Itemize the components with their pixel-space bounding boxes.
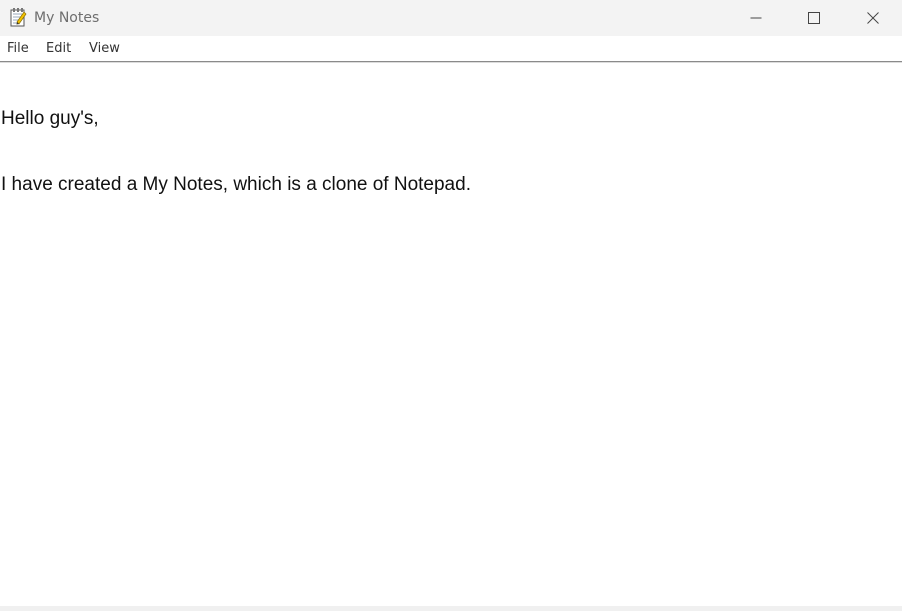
window-bottom-edge [0, 606, 902, 611]
editor-line: Hello guy's, [1, 108, 99, 129]
editor-line: I have created a My Notes, which is a cl… [1, 174, 471, 195]
menu-file[interactable]: File [7, 41, 29, 57]
menu-divider-highlight [0, 62, 902, 63]
maximize-icon [808, 9, 820, 28]
maximize-button[interactable] [791, 0, 837, 36]
close-button[interactable] [850, 0, 896, 36]
minimize-button[interactable] [733, 0, 779, 36]
menu-view[interactable]: View [89, 41, 120, 57]
text-editor-area[interactable]: Hello guy's, I have created a My Notes, … [0, 64, 902, 606]
menu-edit[interactable]: Edit [46, 41, 71, 57]
close-icon [867, 9, 879, 28]
window-title: My Notes [34, 10, 100, 26]
menu-bar: File Edit View [0, 37, 902, 61]
title-bar[interactable]: My Notes [0, 0, 902, 36]
app-window: My Notes File Edit View Hello guy's, I h… [0, 0, 902, 611]
notepad-icon [9, 7, 27, 27]
minimize-icon [750, 9, 762, 28]
